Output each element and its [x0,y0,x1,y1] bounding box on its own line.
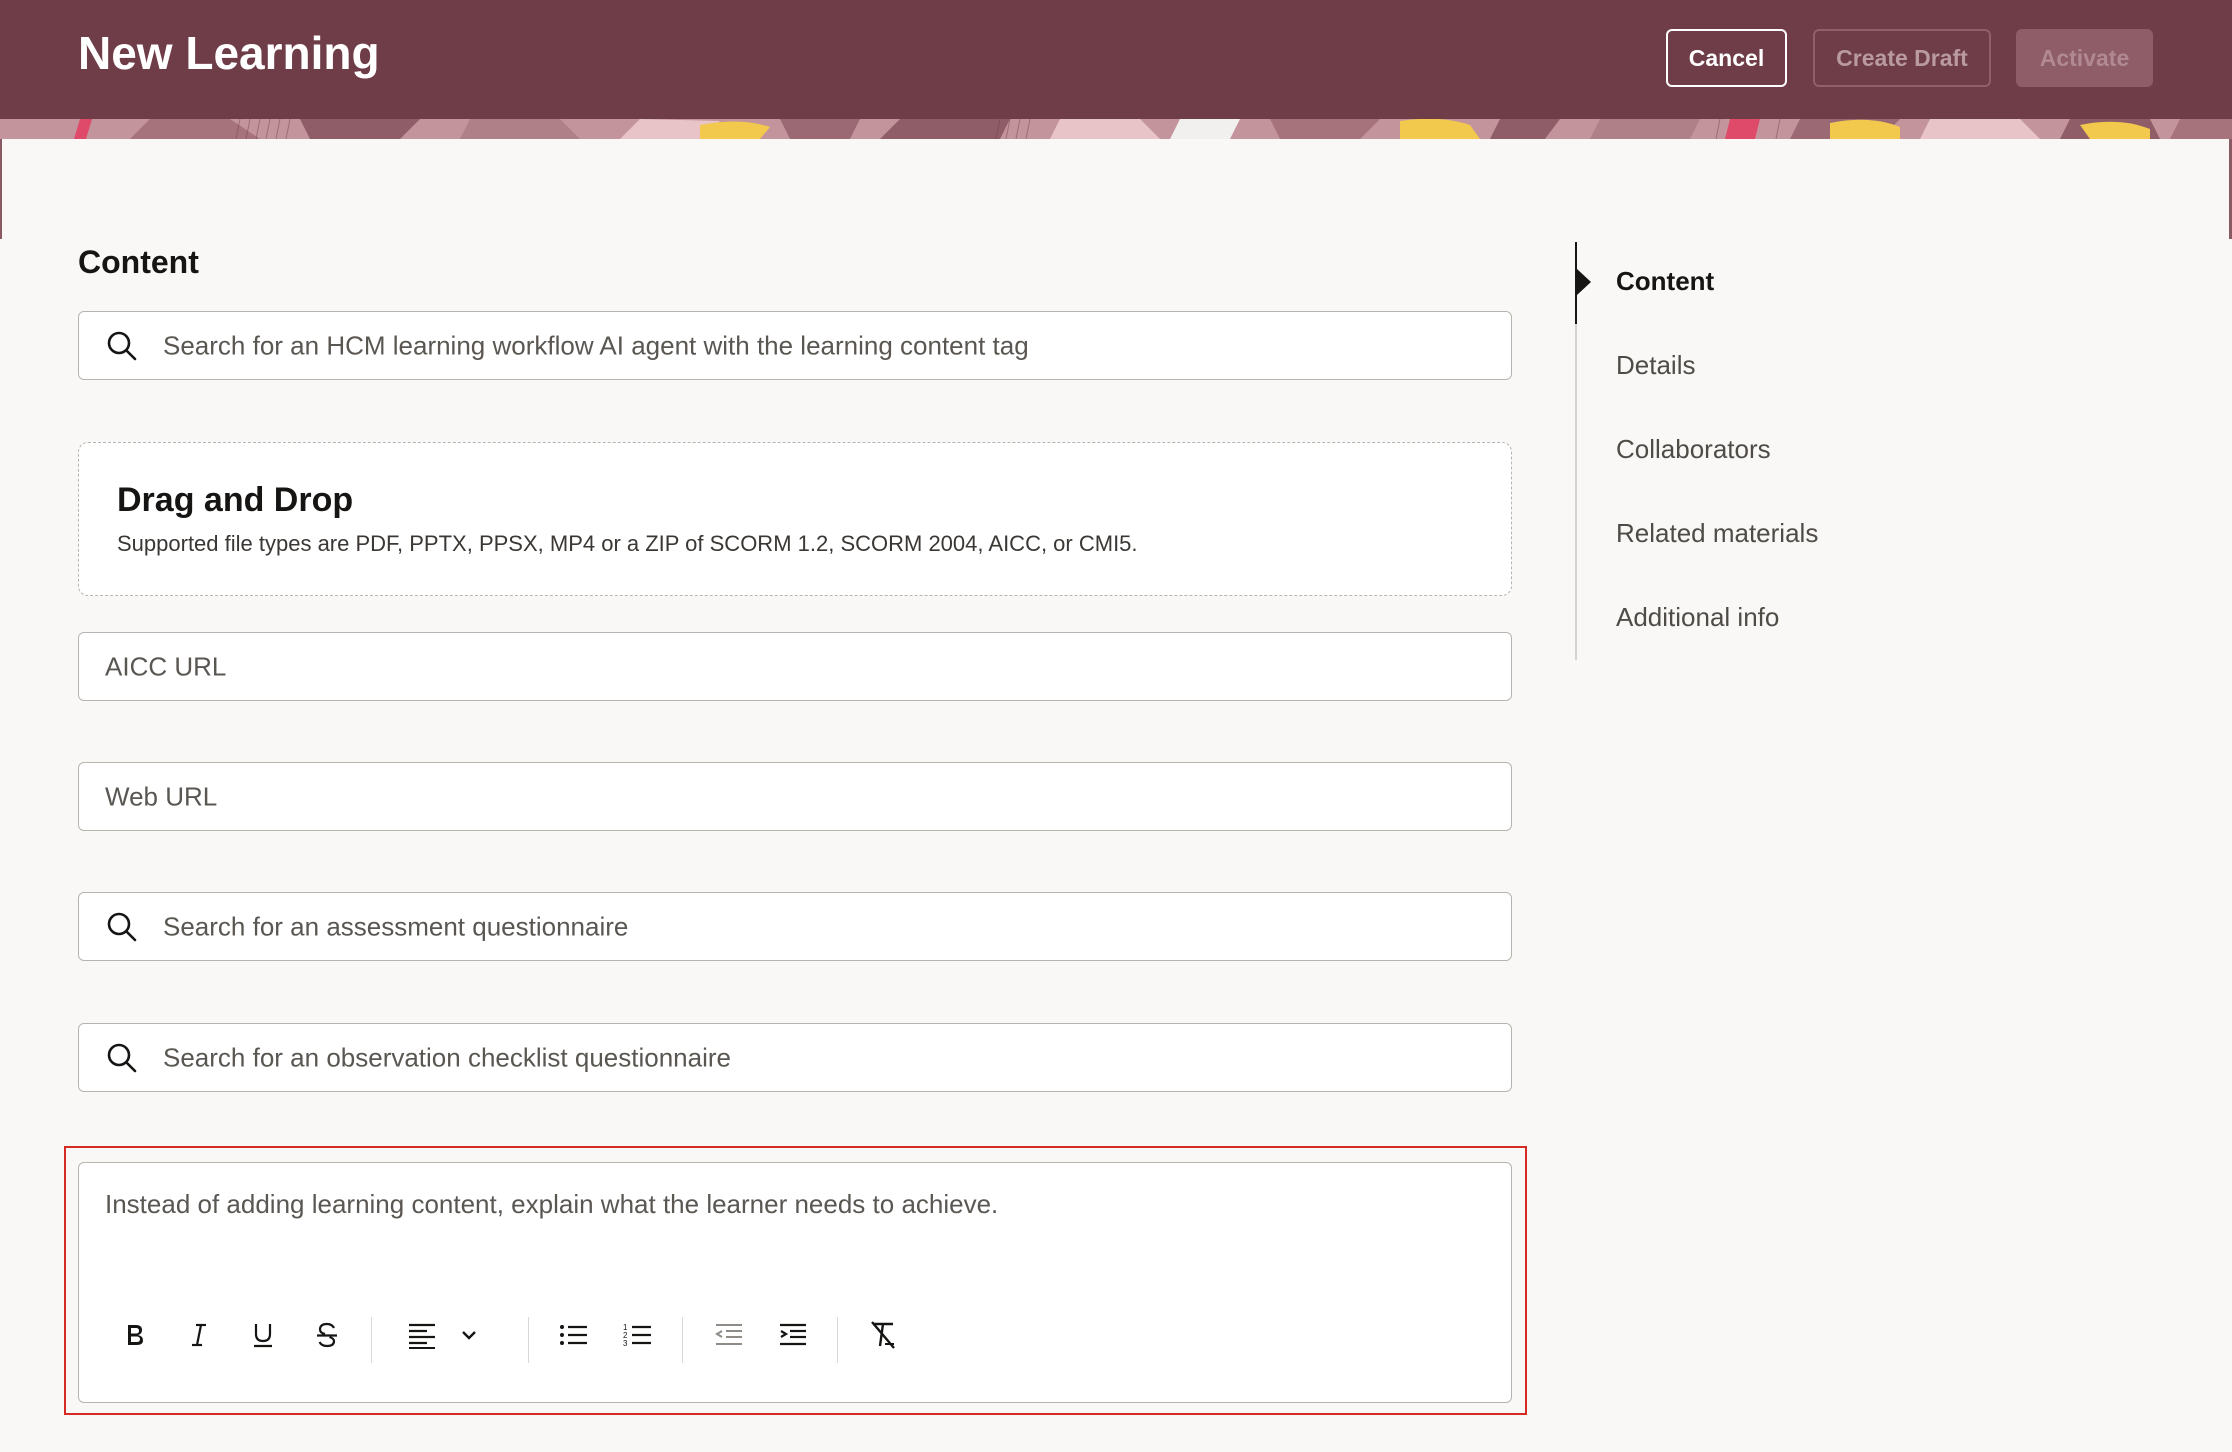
svg-text:3: 3 [623,1339,628,1348]
nav-item-collaborators[interactable]: Collaborators [1616,434,1771,465]
dropzone-subtitle: Supported file types are PDF, PPTX, PPSX… [117,531,1138,556]
nav-active-arrow-icon [1577,269,1591,295]
ai-agent-search-input[interactable]: Search for an HCM learning workflow AI a… [78,311,1512,380]
numbered-list-icon: 1 2 3 [623,1323,651,1348]
frame-edge-left [0,139,2,239]
aicc-url-input[interactable]: AICC URL [78,632,1512,701]
italic-icon [192,1323,206,1347]
toolbar-separator [682,1317,683,1363]
bold-icon [128,1325,143,1345]
align-left-icon [409,1323,435,1349]
aicc-url-placeholder: AICC URL [105,651,227,681]
decorative-banner [0,119,2232,139]
assessment-search-input[interactable]: Search for an assessment questionnaire [78,892,1512,961]
outdent-button[interactable] [709,1315,749,1355]
search-placeholder: Search for an HCM learning workflow AI a… [163,330,1029,360]
alignment-dropdown[interactable] [407,1315,479,1355]
underline-button[interactable] [243,1315,283,1355]
search-icon [107,331,137,360]
nav-item-additional-info[interactable]: Additional info [1616,602,1779,633]
web-url-placeholder: Web URL [105,781,218,811]
indent-icon [780,1323,806,1346]
clear-formatting-icon [871,1321,895,1349]
numbered-list-button[interactable]: 1 2 3 [618,1315,658,1355]
drag-and-drop-zone[interactable]: Drag and Drop Supported file types are P… [78,442,1512,596]
rich-text-editor[interactable]: Instead of adding learning content, expl… [78,1162,1512,1403]
page-header: New Learning Cancel Create Draft Activat… [0,0,2232,119]
assessment-search-placeholder: Search for an assessment questionnaire [163,911,629,941]
nav-item-related-materials[interactable]: Related materials [1616,518,1818,549]
dropzone-title: Drag and Drop [117,481,354,519]
web-url-input[interactable]: Web URL [78,762,1512,831]
nav-item-content[interactable]: Content [1616,266,1714,297]
page: New Learning Cancel Create Draft Activat… [0,0,2232,1452]
activate-button[interactable]: Activate [2016,29,2153,87]
create-draft-button[interactable]: Create Draft [1813,29,1991,87]
search-icon [107,912,137,941]
toolbar-separator [837,1317,838,1363]
page-title: New Learning [78,27,380,79]
search-icon [107,1043,137,1072]
bold-button[interactable] [115,1315,155,1355]
cancel-button[interactable]: Cancel [1666,29,1787,87]
observation-search-input[interactable]: Search for an observation checklist ques… [78,1023,1512,1092]
chevron-down-icon [462,1331,476,1340]
toolbar-separator [371,1317,372,1363]
bulleted-list-icon [560,1325,587,1345]
underline-icon [254,1324,272,1348]
outdent-icon [715,1324,742,1345]
toolbar-separator [528,1317,529,1363]
section-navigation: Content Details Collaborators Related ma… [1575,242,2177,660]
bulleted-list-button[interactable] [554,1315,594,1355]
strikethrough-button[interactable] [307,1315,347,1355]
italic-button[interactable] [179,1315,219,1355]
nav-item-details[interactable]: Details [1616,350,1695,381]
strikethrough-icon [317,1322,337,1348]
editor-placeholder: Instead of adding learning content, expl… [105,1189,999,1219]
section-title: Content [78,244,199,280]
observation-search-placeholder: Search for an observation checklist ques… [163,1042,731,1072]
indent-button[interactable] [773,1315,813,1355]
clear-formatting-button[interactable] [863,1315,903,1355]
